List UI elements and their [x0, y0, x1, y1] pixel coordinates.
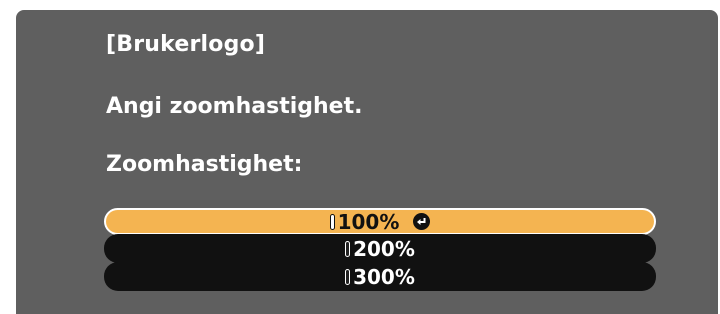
zoom-option-100[interactable]: 100%	[104, 208, 656, 235]
zoom-option-label: 200%	[353, 236, 415, 261]
zoom-speed-label: Zoomhastighet:	[106, 152, 303, 177]
zoom-option-label: 100%	[337, 209, 400, 234]
zoom-option-label: 300%	[353, 264, 415, 289]
selection-indicator-icon	[345, 240, 351, 257]
selection-indicator-icon	[329, 213, 335, 230]
zoom-option-300[interactable]: 300%	[104, 262, 656, 291]
zoom-option-200[interactable]: 200%	[104, 234, 656, 263]
zoom-speed-options: 100% 200% 300%	[104, 208, 656, 291]
dialog-prompt: Angi zoomhastighet.	[106, 94, 363, 119]
dialog-title: [Brukerlogo]	[106, 32, 266, 57]
enter-icon	[413, 213, 431, 230]
osd-panel: [Brukerlogo] Angi zoomhastighet. Zoomhas…	[16, 10, 718, 314]
selection-indicator-icon	[345, 268, 351, 285]
